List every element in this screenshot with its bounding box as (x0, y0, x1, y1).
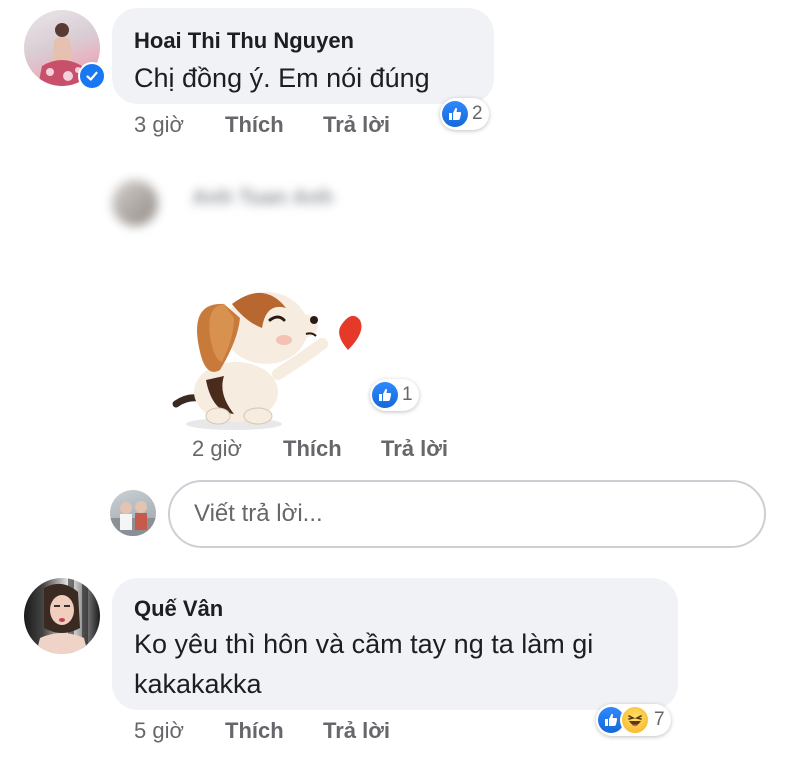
comment-time[interactable]: 5 giờ (134, 718, 184, 744)
verified-badge-icon (78, 62, 106, 90)
comment-text: Chị đồng ý. Em nói đúng (134, 63, 430, 93)
avatar[interactable] (112, 180, 158, 226)
comment-author[interactable]: Anh Tuan Anh (192, 186, 333, 210)
reaction-count: 1 (402, 384, 413, 405)
reaction-summary[interactable]: 7 (596, 704, 671, 736)
comment-time[interactable]: 2 giờ (192, 436, 242, 462)
reply-input[interactable]: Viết trả lời... (168, 480, 766, 548)
comment-bubble: Quế Vân Ko yêu thì hôn và cầm tay ng ta … (112, 578, 678, 710)
haha-icon (620, 705, 650, 735)
comment-text-line: Ko yêu thì hôn và cầm tay ng ta làm gi (134, 629, 594, 659)
like-link[interactable]: Thích (283, 436, 342, 462)
reply-link[interactable]: Trả lời (323, 718, 390, 744)
comment-bubble: Hoai Thi Thu Nguyen Chị đồng ý. Em nói đ… (112, 8, 494, 104)
like-link[interactable]: Thích (225, 112, 284, 138)
avatar[interactable] (24, 578, 100, 654)
comment-author[interactable]: Quế Vân (134, 596, 223, 622)
like-icon (442, 101, 468, 127)
like-icon (372, 382, 398, 408)
comment-text-line: kakakakka (134, 669, 262, 699)
reaction-count: 2 (472, 103, 483, 124)
puppy-kiss-heart-sticker (166, 282, 366, 432)
current-user-avatar (110, 490, 156, 536)
reaction-count: 7 (654, 709, 665, 730)
comment-time[interactable]: 3 giờ (134, 112, 184, 138)
reaction-summary[interactable]: 1 (370, 379, 419, 411)
like-link[interactable]: Thích (225, 718, 284, 744)
reply-link[interactable]: Trả lời (381, 436, 448, 462)
reply-link[interactable]: Trả lời (323, 112, 390, 138)
comment-author[interactable]: Hoai Thi Thu Nguyen (134, 28, 354, 54)
reaction-summary[interactable]: 2 (440, 98, 489, 130)
